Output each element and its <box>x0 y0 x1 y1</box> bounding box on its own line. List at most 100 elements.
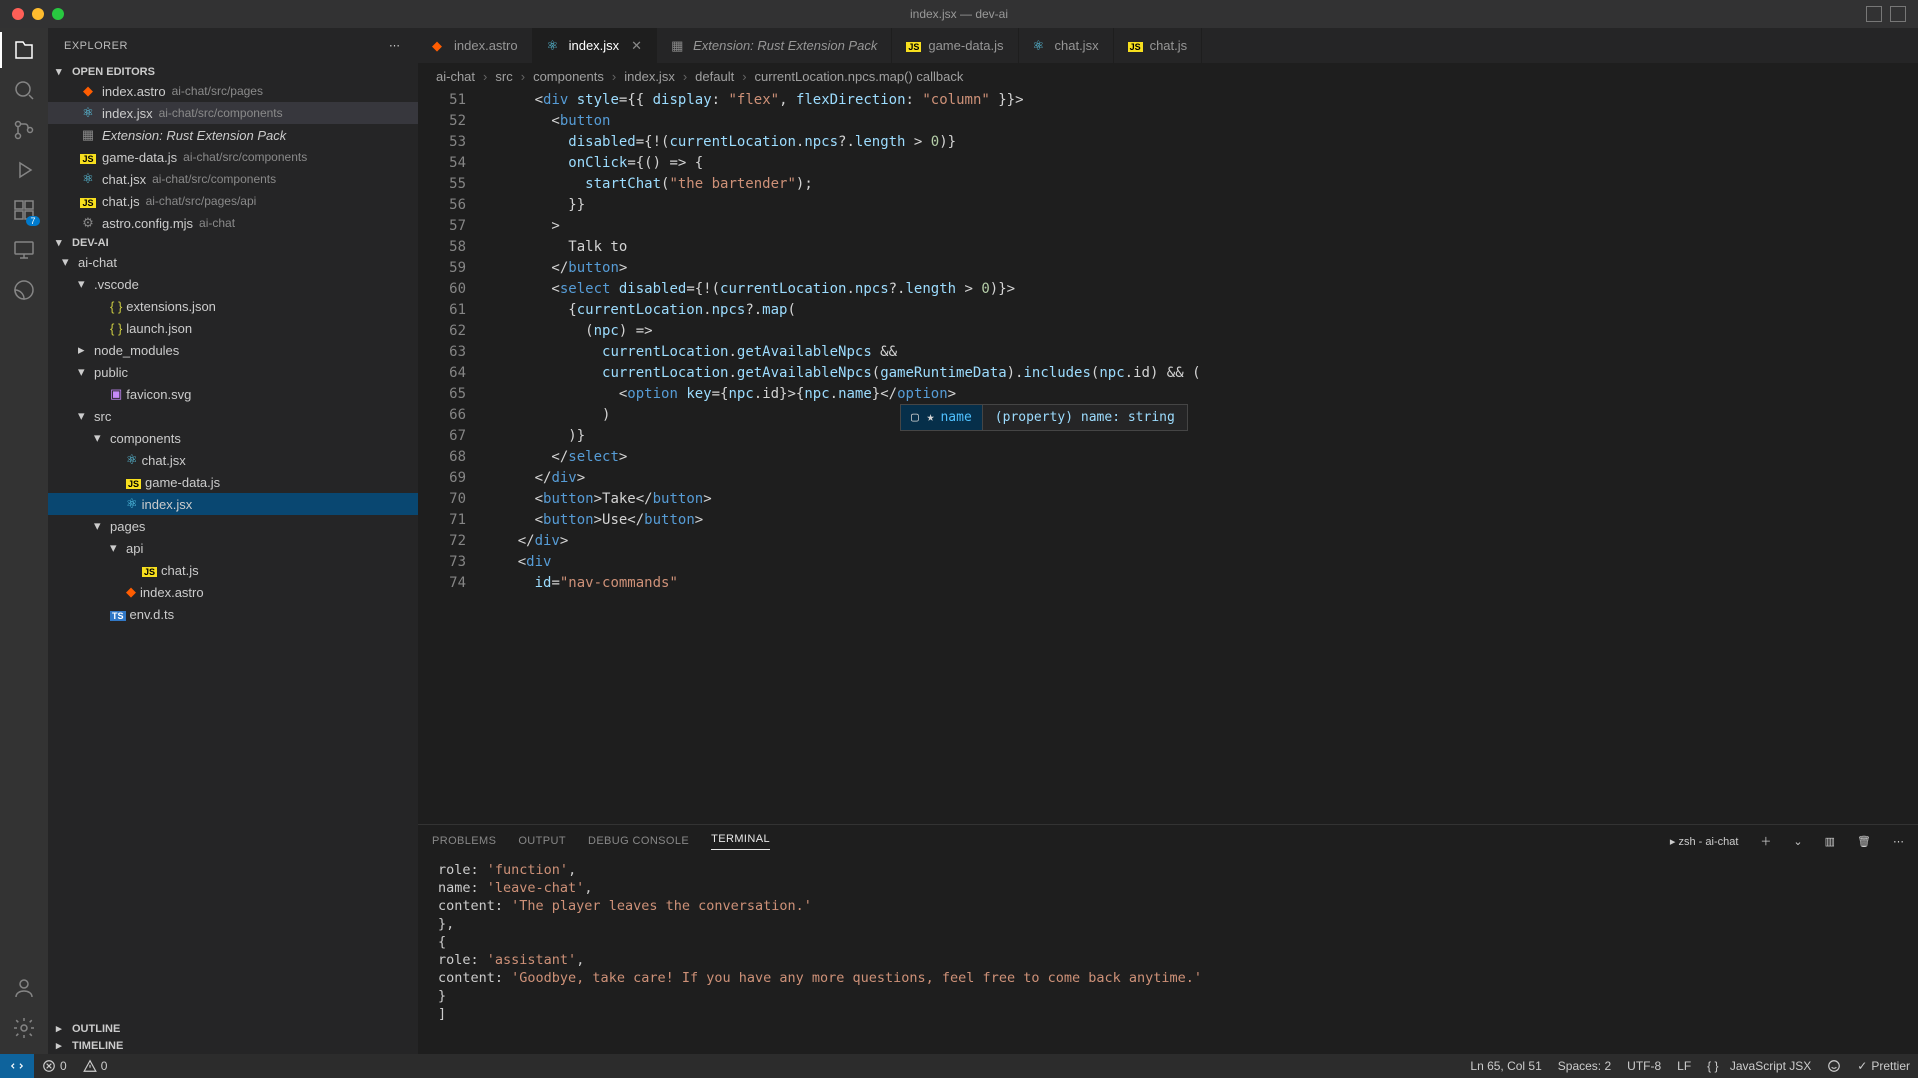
file-icon: ▦ <box>80 127 96 143</box>
file-icon: ⚛ <box>126 496 138 512</box>
editor-tab[interactable]: JS game-data.js <box>892 28 1018 63</box>
status-language[interactable]: { } JavaScript JSX <box>1699 1059 1819 1073</box>
search-icon[interactable] <box>10 76 38 104</box>
split-terminal-icon[interactable]: ▥ <box>1825 835 1835 848</box>
settings-gear-icon[interactable] <box>10 1014 38 1042</box>
outline-header[interactable]: ▸ OUTLINE <box>48 1020 418 1037</box>
editor-tab[interactable]: JS chat.js <box>1114 28 1203 63</box>
breadcrumb-item[interactable]: currentLocation.npcs.map() callback <box>755 69 964 84</box>
panel-tab[interactable]: DEBUG CONSOLE <box>588 835 689 847</box>
panel-more-icon[interactable]: ⋯ <box>1893 835 1904 848</box>
editor-tab[interactable]: ⚛ chat.jsx <box>1019 28 1114 63</box>
file-icon: { } <box>110 321 122 336</box>
explorer-title: EXPLORER <box>64 40 128 52</box>
breadcrumb-item[interactable]: index.jsx <box>624 69 675 84</box>
layout-split-icon[interactable] <box>1890 6 1906 22</box>
accounts-icon[interactable] <box>10 974 38 1002</box>
tree-item[interactable]: ▾ api <box>48 537 418 559</box>
chevron-down-icon: ▾ <box>56 236 68 249</box>
tree-item[interactable]: ▣ favicon.svg <box>48 383 418 405</box>
kill-terminal-icon[interactable]: 🗑 <box>1857 835 1871 848</box>
tree-item[interactable]: JS game-data.js <box>48 471 418 493</box>
editor-tab[interactable]: ▦ Extension: Rust Extension Pack <box>657 28 892 63</box>
tree-item[interactable]: ▾ ai-chat <box>48 251 418 273</box>
file-name: Extension: Rust Extension Pack <box>102 128 286 143</box>
open-editor-item[interactable]: ◆ index.astro ai-chat/src/pages <box>48 80 418 102</box>
run-debug-icon[interactable] <box>10 156 38 184</box>
project-header[interactable]: ▾ DEV-AI <box>48 234 418 251</box>
explorer-icon[interactable] <box>10 36 38 64</box>
code-content[interactable]: <div style={{ display: "flex", flexDirec… <box>484 88 1918 824</box>
extensions-icon[interactable]: 7 <box>10 196 38 224</box>
tree-item[interactable]: ▾ components <box>48 427 418 449</box>
file-icon: JS <box>80 194 96 209</box>
status-spaces[interactable]: Spaces: 2 <box>1550 1059 1619 1073</box>
breadcrumb-item[interactable]: ai-chat <box>436 69 475 84</box>
editor-tabs: ◆ index.astro ⚛ index.jsx ✕▦ Extension: … <box>418 28 1918 64</box>
terminal-output[interactable]: role: 'function', name: 'leave-chat', co… <box>418 857 1918 1054</box>
status-warnings[interactable]: 0 <box>75 1059 116 1073</box>
tree-item[interactable]: { } extensions.json <box>48 295 418 317</box>
open-editor-item[interactable]: JS game-data.js ai-chat/src/components <box>48 146 418 168</box>
status-feedback-icon[interactable] <box>1819 1059 1849 1073</box>
breadcrumb-item[interactable]: src <box>495 69 512 84</box>
open-editor-item[interactable]: ▦ Extension: Rust Extension Pack <box>48 124 418 146</box>
tree-item[interactable]: ▾ public <box>48 361 418 383</box>
timeline-header[interactable]: ▸ TIMELINE <box>48 1037 418 1054</box>
tab-label: index.astro <box>454 38 518 53</box>
tree-item[interactable]: ▾ pages <box>48 515 418 537</box>
maximize-window-button[interactable] <box>52 8 64 20</box>
status-eol[interactable]: LF <box>1669 1059 1699 1073</box>
tree-item[interactable]: ⚛ index.jsx <box>48 493 418 515</box>
remote-explorer-icon[interactable] <box>10 236 38 264</box>
file-icon: ◆ <box>432 38 446 54</box>
close-window-button[interactable] <box>12 8 24 20</box>
explorer-more-icon[interactable]: ⋯ <box>389 39 402 52</box>
tree-item[interactable]: ▸ node_modules <box>48 339 418 361</box>
open-editor-item[interactable]: ⚛ chat.jsx ai-chat/src/components <box>48 168 418 190</box>
tree-item[interactable]: TS env.d.ts <box>48 603 418 625</box>
breadcrumb[interactable]: ai-chat›src›components›index.jsx›default… <box>418 64 1918 88</box>
chevron-icon: ▾ <box>94 518 106 534</box>
source-control-icon[interactable] <box>10 116 38 144</box>
panel-tab[interactable]: TERMINAL <box>711 833 770 850</box>
close-icon[interactable]: ✕ <box>631 38 642 54</box>
status-errors[interactable]: 0 <box>34 1059 75 1073</box>
open-editors-header[interactable]: ▾ OPEN EDITORS <box>48 63 418 80</box>
tab-label: Extension: Rust Extension Pack <box>693 38 877 53</box>
file-icon: ◆ <box>126 584 136 600</box>
layout-toggle-icon[interactable] <box>1866 6 1882 22</box>
open-editor-item[interactable]: ✕ ⚛ index.jsx ai-chat/src/components <box>48 102 418 124</box>
code-editor[interactable]: 5152535455565758596061626364656667686970… <box>418 88 1918 824</box>
remote-indicator[interactable] <box>0 1054 34 1078</box>
panel-tab[interactable]: OUTPUT <box>518 835 566 847</box>
tree-item[interactable]: ◆ index.astro <box>48 581 418 603</box>
tree-label: launch.json <box>126 321 192 336</box>
tree-item[interactable]: { } launch.json <box>48 317 418 339</box>
tree-item[interactable]: JS chat.js <box>48 559 418 581</box>
file-icon: { } <box>110 299 122 314</box>
editor-tab[interactable]: ◆ index.astro <box>418 28 533 63</box>
breadcrumb-item[interactable]: default <box>695 69 734 84</box>
tree-item[interactable]: ▾ src <box>48 405 418 427</box>
tree-label: components <box>110 431 181 446</box>
tree-item[interactable]: ▾ .vscode <box>48 273 418 295</box>
status-prettier[interactable]: ✓ Prettier <box>1849 1059 1918 1073</box>
terminal-dropdown-icon[interactable]: ⌄ <box>1793 835 1802 848</box>
status-encoding[interactable]: UTF-8 <box>1619 1059 1669 1073</box>
tree-label: index.astro <box>140 585 204 600</box>
open-editor-item[interactable]: ⚙ astro.config.mjs ai-chat <box>48 212 418 234</box>
open-editor-item[interactable]: JS chat.js ai-chat/src/pages/api <box>48 190 418 212</box>
edge-tools-icon[interactable] <box>10 276 38 304</box>
tree-label: public <box>94 365 128 380</box>
terminal-picker[interactable]: ▸ zsh - ai-chat <box>1670 835 1739 848</box>
panel-tab[interactable]: PROBLEMS <box>432 835 496 847</box>
status-cursor[interactable]: Ln 65, Col 51 <box>1462 1059 1549 1073</box>
breadcrumb-item[interactable]: components <box>533 69 604 84</box>
file-icon: ⚛ <box>1033 38 1047 54</box>
new-terminal-icon[interactable]: ＋ <box>1760 833 1771 849</box>
editor-tab[interactable]: ⚛ index.jsx ✕ <box>533 28 657 63</box>
intellisense-suggest[interactable]: ▢ ★ name (property) name: string <box>900 404 1188 431</box>
tree-item[interactable]: ⚛ chat.jsx <box>48 449 418 471</box>
minimize-window-button[interactable] <box>32 8 44 20</box>
